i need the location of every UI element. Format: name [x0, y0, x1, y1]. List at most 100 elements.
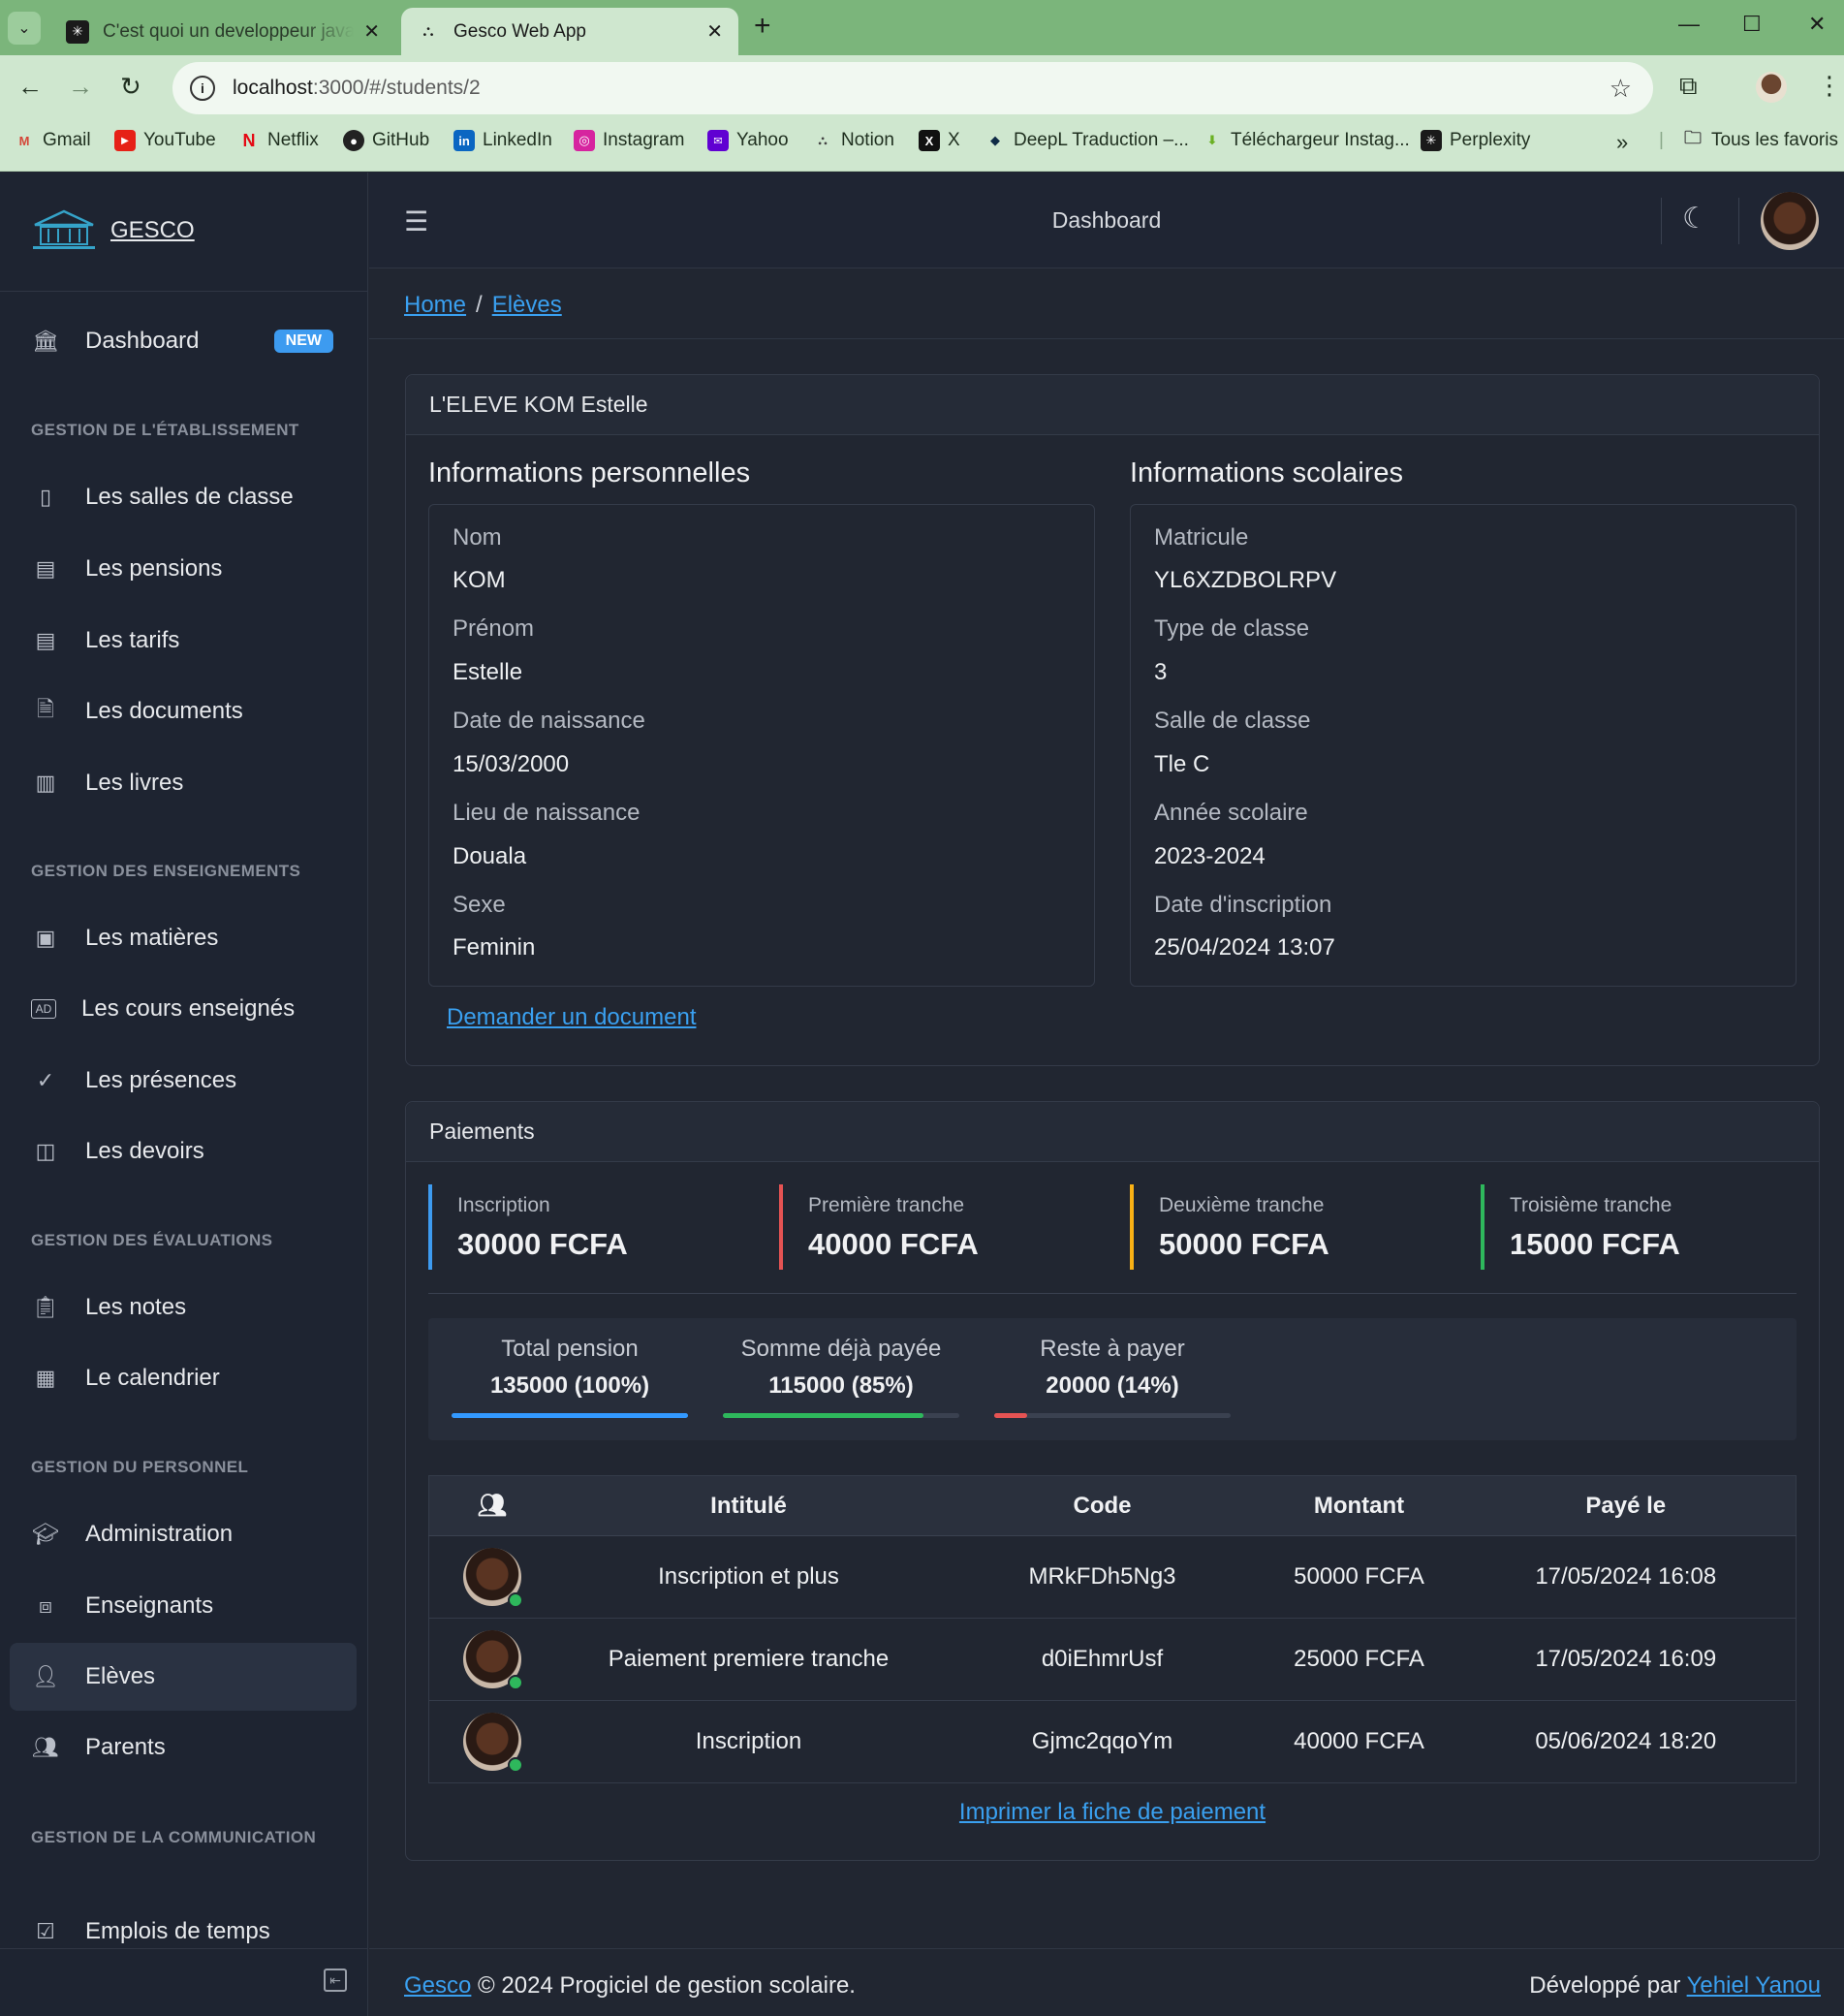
- bookmark-gmail[interactable]: M Gmail: [14, 130, 91, 151]
- app-footer: Gesco © 2024 Progiciel de gestion scolai…: [369, 1948, 1844, 2016]
- profile-avatar[interactable]: [1756, 72, 1787, 103]
- sidebar-item-tarifs[interactable]: ▤ Les tarifs: [10, 607, 357, 675]
- sidebar-item-eleves[interactable]: 👤︎ Elèves: [10, 1643, 357, 1711]
- bookmark-linkedin[interactable]: in LinkedIn: [453, 130, 552, 151]
- bank-icon: 🏛: [32, 329, 59, 353]
- sidebar-item-pensions[interactable]: ▤ Les pensions: [10, 535, 357, 603]
- tab-close-icon[interactable]: ✕: [363, 19, 380, 44]
- door-icon: ▯: [39, 485, 52, 509]
- more-bookmarks-icon[interactable]: »: [1616, 130, 1628, 155]
- cell-amount: 40000 FCFA: [1262, 1700, 1456, 1783]
- new-tab-icon[interactable]: +: [754, 10, 771, 43]
- reload-icon[interactable]: ↻: [120, 72, 141, 102]
- extensions-icon[interactable]: ⧉: [1679, 71, 1698, 102]
- browser-menu-icon[interactable]: ⋮: [1817, 71, 1842, 101]
- linkedin-icon: in: [453, 130, 475, 151]
- bookmark-yahoo[interactable]: ✉ Yahoo: [707, 130, 789, 151]
- summary-value: 135000 (100%): [489, 1372, 650, 1399]
- sidebar-item-administration[interactable]: 🎓︎ Administration: [10, 1500, 357, 1568]
- cell-code: d0iEhmrUsf: [942, 1618, 1263, 1701]
- sidebar-item-enseignants[interactable]: ⧈ Enseignants: [10, 1572, 357, 1640]
- browser-tab-inactive[interactable]: ✳ C'est quoi un developpeur java ✕: [50, 8, 395, 55]
- summary-value: 115000 (85%): [768, 1372, 914, 1399]
- info-value: Estelle: [453, 659, 523, 685]
- bookmark-deepl[interactable]: ◆ DeepL Traduction –...: [985, 130, 1189, 151]
- money-icon: ▤: [35, 628, 56, 652]
- sidebar-item-parents[interactable]: 👥︎ Parents: [10, 1714, 357, 1781]
- sidebar-item-notes[interactable]: 📋︎ Les notes: [10, 1274, 357, 1341]
- sidebar-item-presences[interactable]: ✓ Les présences: [10, 1047, 357, 1115]
- sidebar-collapse-icon[interactable]: ⇤: [324, 1969, 347, 1992]
- sidebar-item-calendrier[interactable]: ▦ Le calendrier: [10, 1344, 357, 1412]
- info-label: Nom: [453, 524, 502, 551]
- request-document-link[interactable]: Demander un document: [447, 1004, 696, 1031]
- summary-paid: Somme déjà payée 115000 (85%): [723, 1336, 959, 1418]
- brand[interactable]: GESCO: [27, 207, 195, 254]
- url-host: localhost: [233, 77, 313, 99]
- sidebar-item-classrooms[interactable]: ▯ Les salles de classe: [10, 463, 357, 531]
- url-path: :3000/#/students/2: [312, 77, 481, 99]
- footer-dev-link[interactable]: Yehiel Yanou: [1687, 1972, 1821, 1999]
- sidebar-item-livres[interactable]: ▥ Les livres: [10, 749, 357, 817]
- minimize-icon[interactable]: —: [1678, 12, 1700, 37]
- forward-icon[interactable]: →: [68, 72, 93, 102]
- sidebar-item-cours[interactable]: AD Les cours enseignés: [10, 975, 357, 1043]
- breadcrumb-current[interactable]: Elèves: [492, 292, 562, 318]
- summary-label: Somme déjà payée: [740, 1336, 942, 1362]
- maximize-icon[interactable]: ☐: [1742, 12, 1762, 37]
- cell-code: MRkFDh5Ng3: [942, 1535, 1263, 1619]
- window-close-icon[interactable]: ✕: [1808, 12, 1826, 37]
- bookmark-instagram[interactable]: ◎ Instagram: [574, 130, 684, 151]
- bookmark-downloader[interactable]: ⬇ Téléchargeur Instag...: [1202, 130, 1410, 151]
- stat-deuxieme-tranche: Deuxième tranche 50000 FCFA: [1130, 1184, 1329, 1270]
- column-header: Payé le: [1455, 1475, 1797, 1536]
- bookmarks-divider: |: [1659, 130, 1664, 150]
- sidebar-item-documents[interactable]: 🗎 Les documents: [10, 677, 357, 745]
- info-value: 3: [1154, 659, 1168, 685]
- downloader-icon: ⬇: [1206, 133, 1218, 147]
- footer-brand-link[interactable]: Gesco: [404, 1972, 471, 1999]
- breadcrumb-home[interactable]: Home: [404, 292, 466, 318]
- address-bar[interactable]: i localhost:3000/#/students/2 ☆: [172, 62, 1653, 114]
- cell-date: 17/05/2024 16:09: [1455, 1618, 1797, 1701]
- progress-track: [994, 1413, 1231, 1418]
- avatar: [462, 1630, 523, 1690]
- info-label: Sexe: [453, 892, 506, 918]
- cell-title: Paiement premiere tranche: [554, 1618, 943, 1701]
- back-icon[interactable]: ←: [17, 72, 43, 102]
- sidebar-item-dashboard[interactable]: 🏛 Dashboard NEW: [10, 307, 357, 375]
- tab-close-icon[interactable]: ✕: [706, 19, 723, 44]
- info-value: Tle C: [1154, 751, 1210, 777]
- bookmark-netflix[interactable]: N Netflix: [238, 130, 319, 151]
- info-label: Salle de classe: [1154, 708, 1311, 734]
- summary-remaining: Reste à payer 20000 (14%): [994, 1336, 1231, 1418]
- bookmark-x[interactable]: XX: [919, 130, 960, 151]
- site-info-icon[interactable]: i: [190, 76, 215, 101]
- notion-icon: ⛬: [818, 133, 828, 147]
- table-row: Paiement premiere tranche d0iEhmrUsf 250…: [428, 1618, 1797, 1701]
- column-header: Code: [942, 1475, 1263, 1536]
- user-avatar[interactable]: [1761, 192, 1819, 250]
- bookmark-star-icon[interactable]: ☆: [1610, 74, 1632, 104]
- all-bookmarks[interactable]: 🗀 Tous les favoris: [1682, 128, 1838, 151]
- tab-search-button[interactable]: ⌄: [8, 12, 41, 45]
- stat-value: 40000 FCFA: [808, 1227, 979, 1261]
- stat-label: Deuxième tranche: [1159, 1194, 1325, 1216]
- info-label: Date de naissance: [453, 708, 645, 734]
- bookmark-youtube[interactable]: ▶ YouTube: [114, 130, 216, 151]
- print-payment-link[interactable]: Imprimer la fiche de paiement: [959, 1799, 1266, 1825]
- stat-label: Première tranche: [808, 1194, 965, 1216]
- footer-dev-prefix: Développé par: [1529, 1972, 1681, 1999]
- perplexity-favicon-icon: ✳: [66, 19, 89, 44]
- theme-toggle-moon-icon[interactable]: ☾: [1682, 202, 1708, 236]
- sidebar-item-matieres[interactable]: ▣ Les matières: [10, 904, 357, 972]
- payments-table: 👥︎ Intitulé Code Montant Payé le Inscrip…: [428, 1475, 1797, 1783]
- bookmark-perplexity[interactable]: ✳ Perplexity: [1421, 130, 1530, 151]
- bookmark-github[interactable]: ● GitHub: [343, 130, 429, 151]
- sidebar-item-devoirs[interactable]: ◫ Les devoirs: [10, 1118, 357, 1185]
- sidebar-divider: [0, 291, 368, 292]
- bookmark-notion[interactable]: ⛬ Notion: [812, 130, 893, 151]
- info-label: Matricule: [1154, 524, 1249, 551]
- browser-tab-active[interactable]: ⛬ Gesco Web App ✕: [401, 8, 738, 55]
- brand-name[interactable]: GESCO: [110, 217, 195, 244]
